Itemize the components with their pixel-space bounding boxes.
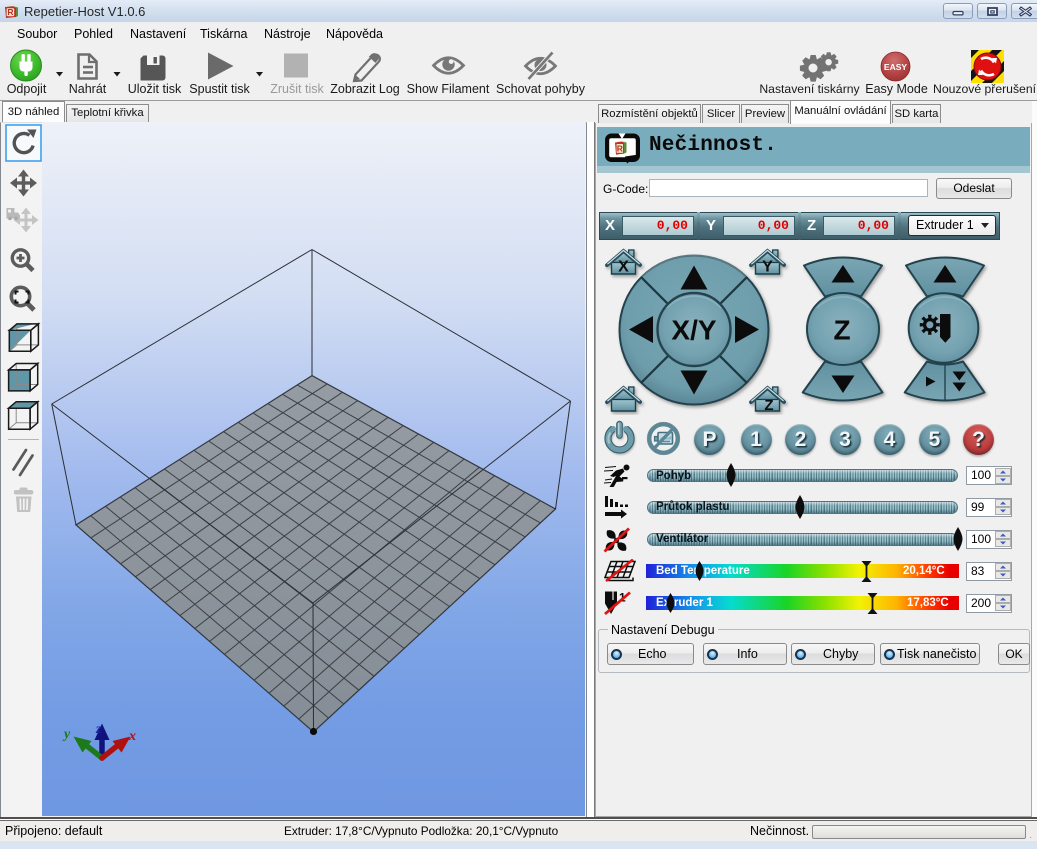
svg-text:Z: Z bbox=[764, 397, 773, 414]
svg-text:Y: Y bbox=[762, 259, 773, 276]
svg-text:y: y bbox=[62, 727, 71, 742]
svg-text:R: R bbox=[7, 7, 13, 17]
svg-text:R: R bbox=[617, 144, 623, 154]
svg-text:x: x bbox=[128, 729, 136, 744]
svg-text:EASY: EASY bbox=[884, 62, 907, 72]
svg-text:X: X bbox=[618, 259, 629, 276]
svg-text:z: z bbox=[95, 722, 102, 737]
svg-text:Z: Z bbox=[833, 315, 850, 346]
svg-text:X/Y: X/Y bbox=[671, 315, 716, 346]
